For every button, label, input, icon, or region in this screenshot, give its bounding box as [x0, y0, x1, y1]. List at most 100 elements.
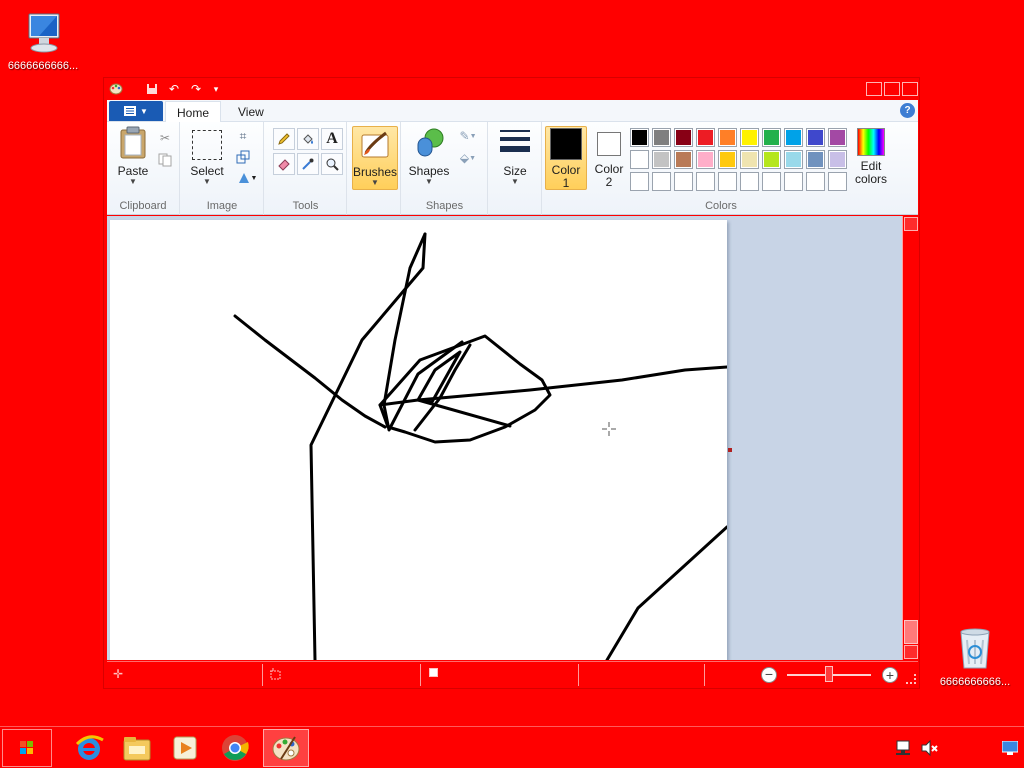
size-button[interactable]: Size ▼ — [495, 126, 535, 186]
resize-grip-icon[interactable] — [906, 674, 916, 684]
color-swatch[interactable] — [652, 150, 671, 169]
internet-explorer-icon[interactable] — [66, 729, 112, 767]
volume-muted-icon[interactable] — [920, 738, 940, 758]
scroll-up-button[interactable] — [904, 217, 918, 231]
vertical-scrollbar[interactable] — [902, 216, 918, 660]
zoom-slider-thumb[interactable] — [825, 666, 833, 682]
color-swatch-fill — [654, 174, 669, 189]
color-swatch[interactable] — [762, 128, 781, 147]
color-swatch[interactable] — [784, 150, 803, 169]
color-swatch-fill — [830, 152, 845, 167]
minimize-button[interactable] — [866, 82, 882, 96]
fill-shape-icon[interactable]: ⬙ ▼ — [454, 148, 482, 168]
paint-app-icon[interactable] — [108, 81, 124, 97]
close-button[interactable] — [902, 82, 918, 96]
help-icon[interactable]: ? — [900, 103, 915, 118]
title-bar: ↶ ↷ ▾ — [104, 78, 919, 100]
chrome-icon[interactable] — [212, 729, 258, 767]
color2-button[interactable]: Color 2 — [589, 126, 629, 189]
shapes-button[interactable]: Shapes ▼ — [406, 126, 452, 186]
color-swatch[interactable] — [806, 172, 825, 191]
select-button[interactable]: Select ▼ — [189, 126, 225, 186]
color-swatch[interactable] — [696, 172, 715, 191]
cursor-crosshair-icon — [602, 422, 616, 436]
zoom-in-button[interactable]: + — [882, 667, 898, 683]
selection-size-icon — [269, 667, 283, 684]
copy-icon[interactable] — [155, 150, 175, 170]
show-desktop-icon[interactable] — [1001, 740, 1019, 755]
color-swatch[interactable] — [696, 128, 715, 147]
chevron-down-icon: ▼ — [140, 106, 148, 116]
file-menu-icon — [124, 106, 137, 116]
color-swatch[interactable] — [630, 172, 649, 191]
file-menu-button[interactable]: ▼ — [109, 101, 163, 121]
fill-icon[interactable] — [297, 128, 319, 150]
scroll-down-button[interactable] — [904, 645, 918, 659]
color-swatch[interactable] — [828, 172, 847, 191]
color-swatch-fill — [720, 130, 735, 145]
color-swatch-fill — [742, 174, 757, 189]
color-swatch[interactable] — [740, 128, 759, 147]
color-swatch[interactable] — [784, 128, 803, 147]
color-swatch[interactable] — [828, 128, 847, 147]
color-swatch[interactable] — [652, 172, 671, 191]
resize-icon[interactable] — [233, 147, 253, 167]
maximize-button[interactable] — [884, 82, 900, 96]
save-icon[interactable] — [144, 81, 160, 97]
desktop-icon-recycle-bin[interactable]: 6666666666... — [932, 624, 1018, 688]
color-swatch[interactable] — [630, 150, 649, 169]
image-group-label: Image — [206, 200, 238, 212]
color-palette — [630, 128, 852, 194]
color-picker-icon[interactable] — [297, 153, 319, 175]
canvas-resize-handle[interactable] — [728, 448, 732, 452]
redo-icon[interactable]: ↷ — [188, 81, 204, 97]
color-swatch[interactable] — [718, 128, 737, 147]
color-swatch[interactable] — [652, 128, 671, 147]
color1-button[interactable]: Color 1 — [545, 126, 587, 190]
pencil-icon[interactable] — [273, 128, 295, 150]
file-explorer-icon[interactable] — [114, 729, 160, 767]
start-button[interactable] — [2, 729, 52, 767]
color-swatch[interactable] — [740, 150, 759, 169]
crop-icon[interactable]: ⌗ — [233, 126, 253, 146]
network-icon[interactable] — [894, 738, 914, 758]
outline-icon[interactable]: ✎ ▼ — [454, 126, 482, 146]
color-swatch-fill — [720, 174, 735, 189]
color-swatch[interactable] — [784, 172, 803, 191]
colors-group: Color 1 Color 2 Edit colors Colors — [543, 122, 899, 215]
tab-view[interactable]: View — [227, 101, 275, 123]
customize-icon[interactable]: ▾ — [208, 81, 224, 97]
eraser-icon[interactable] — [273, 153, 295, 175]
color-swatch[interactable] — [674, 128, 693, 147]
color-swatch[interactable] — [806, 128, 825, 147]
tab-home[interactable]: Home — [165, 101, 222, 123]
text-icon[interactable]: A — [321, 128, 343, 150]
edit-colors-button[interactable]: Edit colors — [851, 126, 891, 186]
magnifier-icon[interactable] — [321, 153, 343, 175]
brush-icon — [358, 127, 392, 161]
scroll-thumb[interactable] — [904, 620, 918, 644]
status-divider — [704, 664, 705, 686]
paste-button[interactable]: Paste ▼ — [115, 126, 151, 186]
color-swatch-fill — [786, 174, 801, 189]
color-swatch[interactable] — [718, 150, 737, 169]
media-player-icon[interactable] — [162, 729, 208, 767]
brushes-button[interactable]: Brushes ▼ — [352, 126, 398, 190]
drawing-canvas[interactable] — [110, 220, 727, 660]
color-swatch[interactable] — [674, 172, 693, 191]
color-swatch[interactable] — [762, 150, 781, 169]
paint-taskbar-button[interactable] — [263, 729, 309, 767]
color-swatch[interactable] — [696, 150, 715, 169]
undo-icon[interactable]: ↶ — [166, 81, 182, 97]
color-swatch[interactable] — [674, 150, 693, 169]
rotate-icon[interactable]: ▼ — [233, 168, 261, 188]
color-swatch[interactable] — [828, 150, 847, 169]
cut-icon[interactable]: ✂ — [155, 128, 175, 148]
desktop-icon-computer[interactable]: 6666666666... — [0, 8, 86, 72]
color-swatch[interactable] — [740, 172, 759, 191]
color-swatch[interactable] — [718, 172, 737, 191]
color-swatch[interactable] — [762, 172, 781, 191]
color-swatch[interactable] — [806, 150, 825, 169]
zoom-out-button[interactable]: − — [761, 667, 777, 683]
color-swatch[interactable] — [630, 128, 649, 147]
